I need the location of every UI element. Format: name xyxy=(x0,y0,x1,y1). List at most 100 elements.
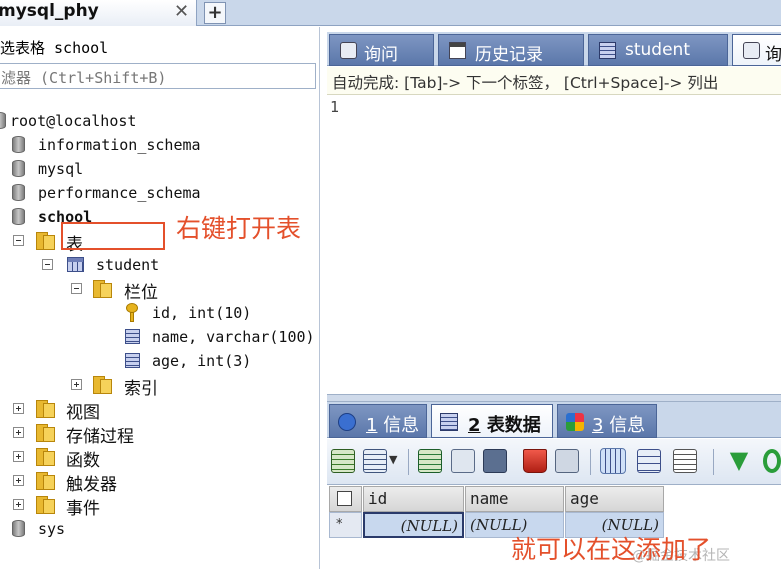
tree-root-node[interactable]: root@localhost xyxy=(0,110,200,132)
tab-query-2[interactable]: 询 xyxy=(732,34,781,66)
tree-folder-triggers[interactable]: 触发器 xyxy=(0,470,160,495)
tree-folder-label: 视图 xyxy=(66,403,100,423)
expand-icon[interactable] xyxy=(13,475,24,486)
select-all-checkbox[interactable] xyxy=(337,491,352,506)
tree-db-information-schema[interactable]: information_schema xyxy=(0,134,250,156)
highlight-box xyxy=(61,222,165,250)
database-icon xyxy=(12,136,25,153)
toolbar-separator xyxy=(408,449,409,475)
form-view-icon[interactable] xyxy=(637,449,661,473)
annotation-add-here: 就可以在这添加了 xyxy=(511,535,712,564)
tab-student[interactable]: student xyxy=(588,34,728,66)
grid-view-icon[interactable] xyxy=(600,448,626,474)
tab-label: 1 信息 xyxy=(366,415,420,436)
tree-folder-views[interactable]: 视图 xyxy=(0,398,150,423)
tree-folder-functions[interactable]: 函数 xyxy=(0,446,150,471)
tree-folder-label: 栏位 xyxy=(124,283,158,303)
tree-folder-indexes[interactable]: 索引 xyxy=(0,374,180,399)
expand-icon[interactable] xyxy=(13,451,24,462)
table-icon xyxy=(599,42,616,59)
expand-icon[interactable] xyxy=(13,427,24,438)
column-header-id[interactable]: id xyxy=(363,486,464,512)
tree-folder-columns[interactable]: 栏位 xyxy=(0,278,180,303)
result-toolbar: ▼ ▼ xyxy=(327,439,781,485)
table-data-icon xyxy=(440,413,458,431)
tree-table-student[interactable]: student xyxy=(0,254,170,276)
new-row-marker: * xyxy=(336,517,343,532)
database-icon xyxy=(12,520,25,537)
tab-label: 3 信息 xyxy=(592,415,646,436)
folder-icon xyxy=(93,376,113,394)
query-icon xyxy=(743,42,760,59)
tree-db-performance-schema[interactable]: performance_schema xyxy=(0,182,250,204)
close-icon[interactable]: ✕ xyxy=(174,1,189,22)
filter-input[interactable]: 滤器 (Ctrl+Shift+B) xyxy=(0,63,316,89)
text-view-icon[interactable] xyxy=(673,449,697,473)
database-selector[interactable]: 选表格 school xyxy=(0,37,108,58)
folder-icon xyxy=(93,280,113,298)
cancel-changes-icon[interactable] xyxy=(555,449,579,473)
tab-label: 历史记录 xyxy=(475,45,543,65)
column-header-age[interactable]: age xyxy=(565,486,664,512)
multi-info-icon xyxy=(566,413,584,431)
collapse-icon[interactable] xyxy=(42,259,53,270)
tab-query[interactable]: 询问 xyxy=(329,34,434,66)
column-icon xyxy=(125,353,140,368)
tree-column-label: age, int(3) xyxy=(152,352,252,370)
tree-folder-procedures[interactable]: 存储过程 xyxy=(0,422,170,447)
save-icon[interactable] xyxy=(483,449,507,473)
autocomplete-hint: 自动完成: [Tab]-> 下一个标签， [Ctrl+Space]-> 列出 xyxy=(332,74,719,92)
chevron-down-icon[interactable]: ▼ xyxy=(389,453,399,477)
add-row-icon[interactable] xyxy=(331,449,355,473)
duplicate-row-icon[interactable] xyxy=(451,449,475,473)
column-icon xyxy=(125,329,140,344)
tree-column-age[interactable]: age, int(3) xyxy=(0,350,260,372)
select-all-header[interactable] xyxy=(329,486,362,512)
pane-splitter[interactable] xyxy=(327,394,781,402)
tree-db-label: sys xyxy=(38,520,66,538)
folder-icon xyxy=(36,448,56,466)
database-icon xyxy=(12,184,25,201)
tree-db-label: mysql xyxy=(38,160,84,178)
tab-info-1[interactable]: 1 信息 xyxy=(329,404,427,438)
tab-label: student xyxy=(625,40,690,60)
query-editor[interactable]: 1 xyxy=(327,96,781,394)
filter-placeholder: 滤器 (Ctrl+Shift+B) xyxy=(1,69,167,87)
tab-label: 2 表数据 xyxy=(468,415,541,436)
tree-folder-events[interactable]: 事件 xyxy=(0,494,150,519)
folder-icon xyxy=(36,400,56,418)
tree-column-label: id, int(10) xyxy=(152,304,252,322)
primary-key-icon xyxy=(126,303,140,323)
row-marker-cell[interactable]: * xyxy=(329,512,362,538)
table-icon xyxy=(67,257,84,272)
tab-history[interactable]: 历史记录 xyxy=(438,34,584,66)
refresh-icon[interactable] xyxy=(763,449,781,473)
query-icon xyxy=(340,42,357,59)
column-header-label: age xyxy=(570,489,599,508)
column-header-name[interactable]: name xyxy=(465,486,564,512)
cell-id[interactable]: (NULL) xyxy=(363,512,464,538)
import-icon[interactable] xyxy=(363,449,387,473)
tree-column-id[interactable]: id, int(10) xyxy=(0,302,260,324)
tree-column-name[interactable]: name, varchar(100) xyxy=(0,326,318,348)
tree-folder-label: 存储过程 xyxy=(66,427,134,447)
tree-table-label: student xyxy=(96,256,160,274)
expand-icon[interactable] xyxy=(13,499,24,510)
tree-db-mysql[interactable]: mysql xyxy=(0,158,250,180)
database-icon xyxy=(12,208,25,225)
column-header-label: name xyxy=(470,489,509,508)
collapse-icon[interactable] xyxy=(13,235,24,246)
tab-table-data[interactable]: 2 表数据 xyxy=(431,404,553,438)
connection-tab[interactable]: mysql_phy ✕ xyxy=(0,0,197,26)
collapse-icon[interactable] xyxy=(71,283,82,294)
delete-icon[interactable] xyxy=(523,449,547,473)
filter-icon[interactable]: ▼ xyxy=(727,448,751,473)
new-connection-tab-button[interactable]: + xyxy=(204,2,226,24)
query-tab-strip: 询问 历史记录 student 询 xyxy=(327,32,781,66)
expand-icon[interactable] xyxy=(71,379,82,390)
expand-icon[interactable] xyxy=(13,403,24,414)
tab-info-3[interactable]: 3 信息 xyxy=(557,404,657,438)
tree-db-sys[interactable]: sys xyxy=(0,518,120,540)
insert-row-icon[interactable] xyxy=(418,449,442,473)
tree-root-label: root@localhost xyxy=(10,112,137,130)
